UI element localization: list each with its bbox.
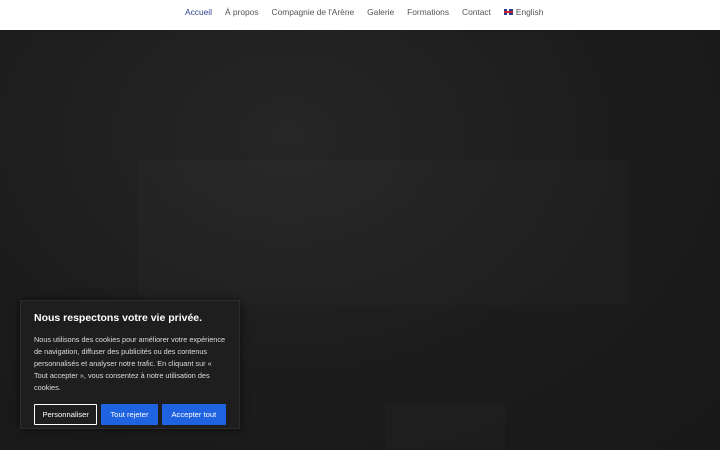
hero-shade [138, 160, 628, 305]
cookie-description: Nous utilisons des cookies pour améliore… [34, 335, 226, 392]
nav-item-compagnie[interactable]: Compagnie de l'Arène [272, 7, 355, 17]
hero-shade [385, 405, 505, 450]
nav-item-a-propos[interactable]: À propos [225, 7, 259, 17]
language-switcher[interactable]: English [503, 7, 544, 17]
main-menu: Accueil À propos Compagnie de l'Arène Ga… [185, 0, 543, 24]
nav-item-formations[interactable]: Formations [407, 7, 449, 17]
cookie-consent-banner: Nous respectons votre vie privée. Nous u… [20, 300, 240, 429]
uk-flag-icon [503, 9, 513, 15]
nav-item-contact[interactable]: Contact [462, 7, 491, 17]
cookie-actions: Personnaliser Tout rejeter Accepter tout [34, 404, 226, 425]
reject-all-button[interactable]: Tout rejeter [101, 404, 158, 425]
nav-item-accueil[interactable]: Accueil [185, 7, 212, 17]
nav-item-galerie[interactable]: Galerie [367, 7, 394, 17]
top-navbar: Accueil À propos Compagnie de l'Arène Ga… [0, 0, 720, 30]
customize-button[interactable]: Personnaliser [34, 404, 98, 425]
cookie-title: Nous respectons votre vie privée. [34, 312, 203, 324]
accept-all-button[interactable]: Accepter tout [161, 404, 226, 425]
language-label: English [515, 7, 544, 17]
